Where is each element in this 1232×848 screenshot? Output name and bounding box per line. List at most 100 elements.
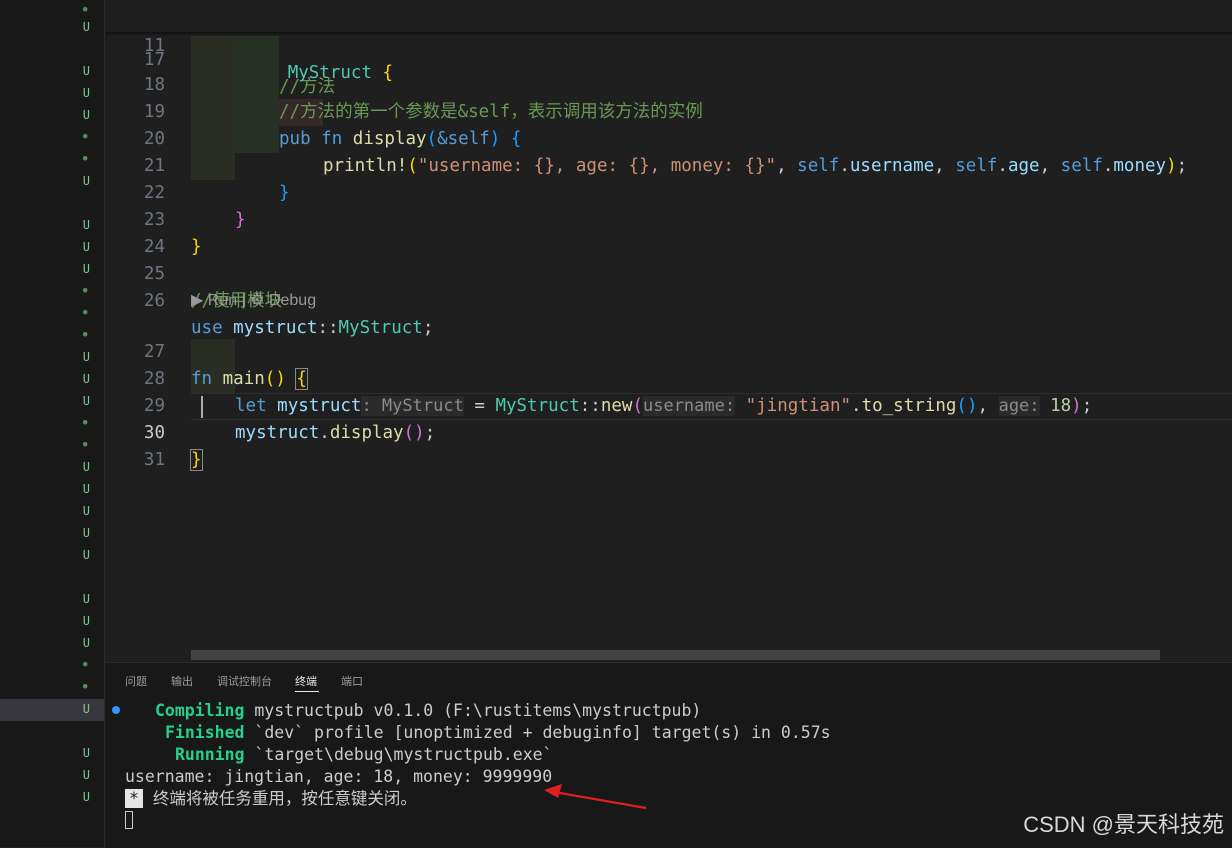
- explorer-row[interactable]: U: [0, 171, 104, 193]
- code-line-21[interactable]: 21 }: [105, 126, 1232, 203]
- code-line-22[interactable]: 22 }: [105, 153, 1232, 230]
- horizontal-scrollbar[interactable]: [191, 650, 1160, 660]
- explorer-row[interactable]: U: [0, 61, 104, 83]
- git-status-marker: U: [82, 86, 90, 100]
- git-status-marker: U: [82, 746, 90, 760]
- explorer-row[interactable]: U: [0, 501, 104, 523]
- git-status-marker: U: [82, 548, 90, 562]
- code-line-18[interactable]: 18 //方法的第一个参数是&self，表示调用该方法的实例: [105, 45, 1232, 122]
- explorer-row[interactable]: •: [0, 303, 104, 325]
- code-line-31[interactable]: 31: [105, 420, 1232, 470]
- tab-ports[interactable]: 端口: [341, 673, 363, 689]
- code-line-28[interactable]: 28 let mystruct: MyStruct = MyStruct::ne…: [105, 339, 1232, 416]
- watermark-text: CSDN @景天科技苑: [1023, 812, 1224, 837]
- terminal-line-reuse: * 终端将被任务重用，按任意键关闭。: [125, 788, 417, 810]
- terminal-cursor: [125, 811, 133, 829]
- sticky-scroll-line-11[interactable]: 11 impl MyStruct {: [105, 6, 1232, 83]
- explorer-row[interactable]: U: [0, 83, 104, 105]
- explorer-row[interactable]: U: [0, 17, 104, 39]
- explorer-row[interactable]: U: [0, 215, 104, 237]
- active-tab-indicator: [295, 691, 319, 692]
- explorer-row[interactable]: U: [0, 611, 104, 633]
- git-status-marker: U: [82, 592, 90, 606]
- annotation-arrow-icon: [544, 784, 647, 810]
- code-line-29[interactable]: 29 mystruct.display();: [105, 366, 1232, 443]
- code-line-24[interactable]: 24: [105, 207, 1232, 257]
- terminal-line-output: username: jingtian, age: 18, money: 9999…: [125, 767, 553, 786]
- explorer-row[interactable]: U: [0, 787, 104, 809]
- explorer-row[interactable]: U: [0, 259, 104, 281]
- git-status-marker: U: [82, 768, 90, 782]
- code-line-20[interactable]: 20 println!("username: {}, age: {}, mone…: [105, 99, 1232, 176]
- git-status-marker: U: [82, 350, 90, 364]
- git-status-marker: U: [82, 372, 90, 386]
- terminal-command-status-icon[interactable]: [112, 706, 120, 714]
- tab-debug-console[interactable]: 调试控制台: [217, 673, 272, 689]
- git-status-marker: •: [80, 149, 90, 168]
- code-line-25[interactable]: 25 //使用模块: [105, 234, 1232, 311]
- explorer-row[interactable]: •: [0, 127, 104, 149]
- git-status-marker: U: [82, 702, 90, 716]
- git-status-marker: •: [80, 127, 90, 146]
- explorer-row[interactable]: •: [0, 677, 104, 699]
- git-status-marker: U: [82, 64, 90, 78]
- git-status-marker: U: [82, 790, 90, 804]
- git-status-marker: U: [82, 526, 90, 540]
- git-status-marker: U: [82, 614, 90, 628]
- git-status-marker: U: [82, 108, 90, 122]
- explorer-row[interactable]: U: [0, 589, 104, 611]
- git-status-marker: •: [80, 677, 90, 696]
- code-line-23[interactable]: 23 }: [105, 180, 1232, 257]
- git-status-marker: •: [80, 281, 90, 300]
- explorer-row[interactable]: U: [0, 743, 104, 765]
- codelens-run-debug[interactable]: ▶ Run | ⚙ Debug: [191, 290, 316, 310]
- code-line-30[interactable]: 30 }: [105, 393, 1232, 471]
- explorer-row[interactable]: U: [0, 457, 104, 479]
- git-status-marker: •: [80, 303, 90, 322]
- git-status-marker: U: [82, 240, 90, 254]
- explorer-row[interactable]: U: [0, 237, 104, 259]
- explorer-row[interactable]: U: [0, 347, 104, 369]
- terminal-line-finished: Finished `dev` profile [unoptimized + de…: [165, 723, 831, 742]
- explorer-row[interactable]: •: [0, 655, 104, 677]
- git-status-marker: U: [82, 20, 90, 34]
- explorer-row[interactable]: U: [0, 369, 104, 391]
- line-number: 26: [143, 291, 165, 311]
- git-status-marker: U: [82, 636, 90, 650]
- explorer-row[interactable]: U: [0, 545, 104, 567]
- explorer-row[interactable]: •: [0, 325, 104, 347]
- git-status-marker: U: [82, 218, 90, 232]
- tab-terminal[interactable]: 终端: [295, 673, 317, 689]
- explorer-row[interactable]: U: [0, 633, 104, 655]
- git-status-marker: U: [82, 482, 90, 496]
- code-line-27[interactable]: 27 fn main() {: [105, 312, 1232, 390]
- terminal-line-running: Running `target\debug\mystructpub.exe`: [175, 745, 553, 764]
- code-editor[interactable]: 17 //方法 11 impl MyStruct { 18 //方法的第一个参数…: [105, 0, 1232, 660]
- git-status-marker: •: [80, 435, 90, 454]
- explorer-row[interactable]: U: [0, 105, 104, 127]
- explorer-row[interactable]: U: [0, 479, 104, 501]
- explorer-row[interactable]: •: [0, 435, 104, 457]
- explorer-row[interactable]: U: [0, 391, 104, 413]
- explorer-git-status-strip: • U U U U • • U U U U • • • U U U • • U …: [0, 0, 105, 847]
- git-status-marker: •: [80, 655, 90, 674]
- git-status-marker: U: [82, 262, 90, 276]
- explorer-row[interactable]: •: [0, 413, 104, 435]
- text-cursor: [201, 396, 203, 418]
- explorer-row[interactable]: •: [0, 149, 104, 171]
- code-line-19[interactable]: 19 pub fn display(&self) {: [105, 72, 1232, 149]
- git-status-marker: •: [80, 325, 90, 344]
- explorer-row-selected[interactable]: U: [0, 699, 104, 721]
- git-status-marker: U: [82, 394, 90, 408]
- explorer-row[interactable]: U: [0, 765, 104, 787]
- git-status-marker: U: [82, 504, 90, 518]
- tab-output[interactable]: 输出: [171, 673, 193, 689]
- explorer-row[interactable]: U: [0, 523, 104, 545]
- git-status-marker: U: [82, 174, 90, 188]
- line-number: 31: [143, 450, 165, 470]
- code-line-26[interactable]: 26 use mystruct::MyStruct;: [105, 261, 1232, 338]
- terminal-line-compiling: Compiling mystructpub v0.1.0 (F:\rustite…: [155, 701, 702, 720]
- git-status-marker: •: [80, 413, 90, 432]
- explorer-row[interactable]: •: [0, 281, 104, 303]
- tab-problems[interactable]: 问题: [125, 673, 147, 689]
